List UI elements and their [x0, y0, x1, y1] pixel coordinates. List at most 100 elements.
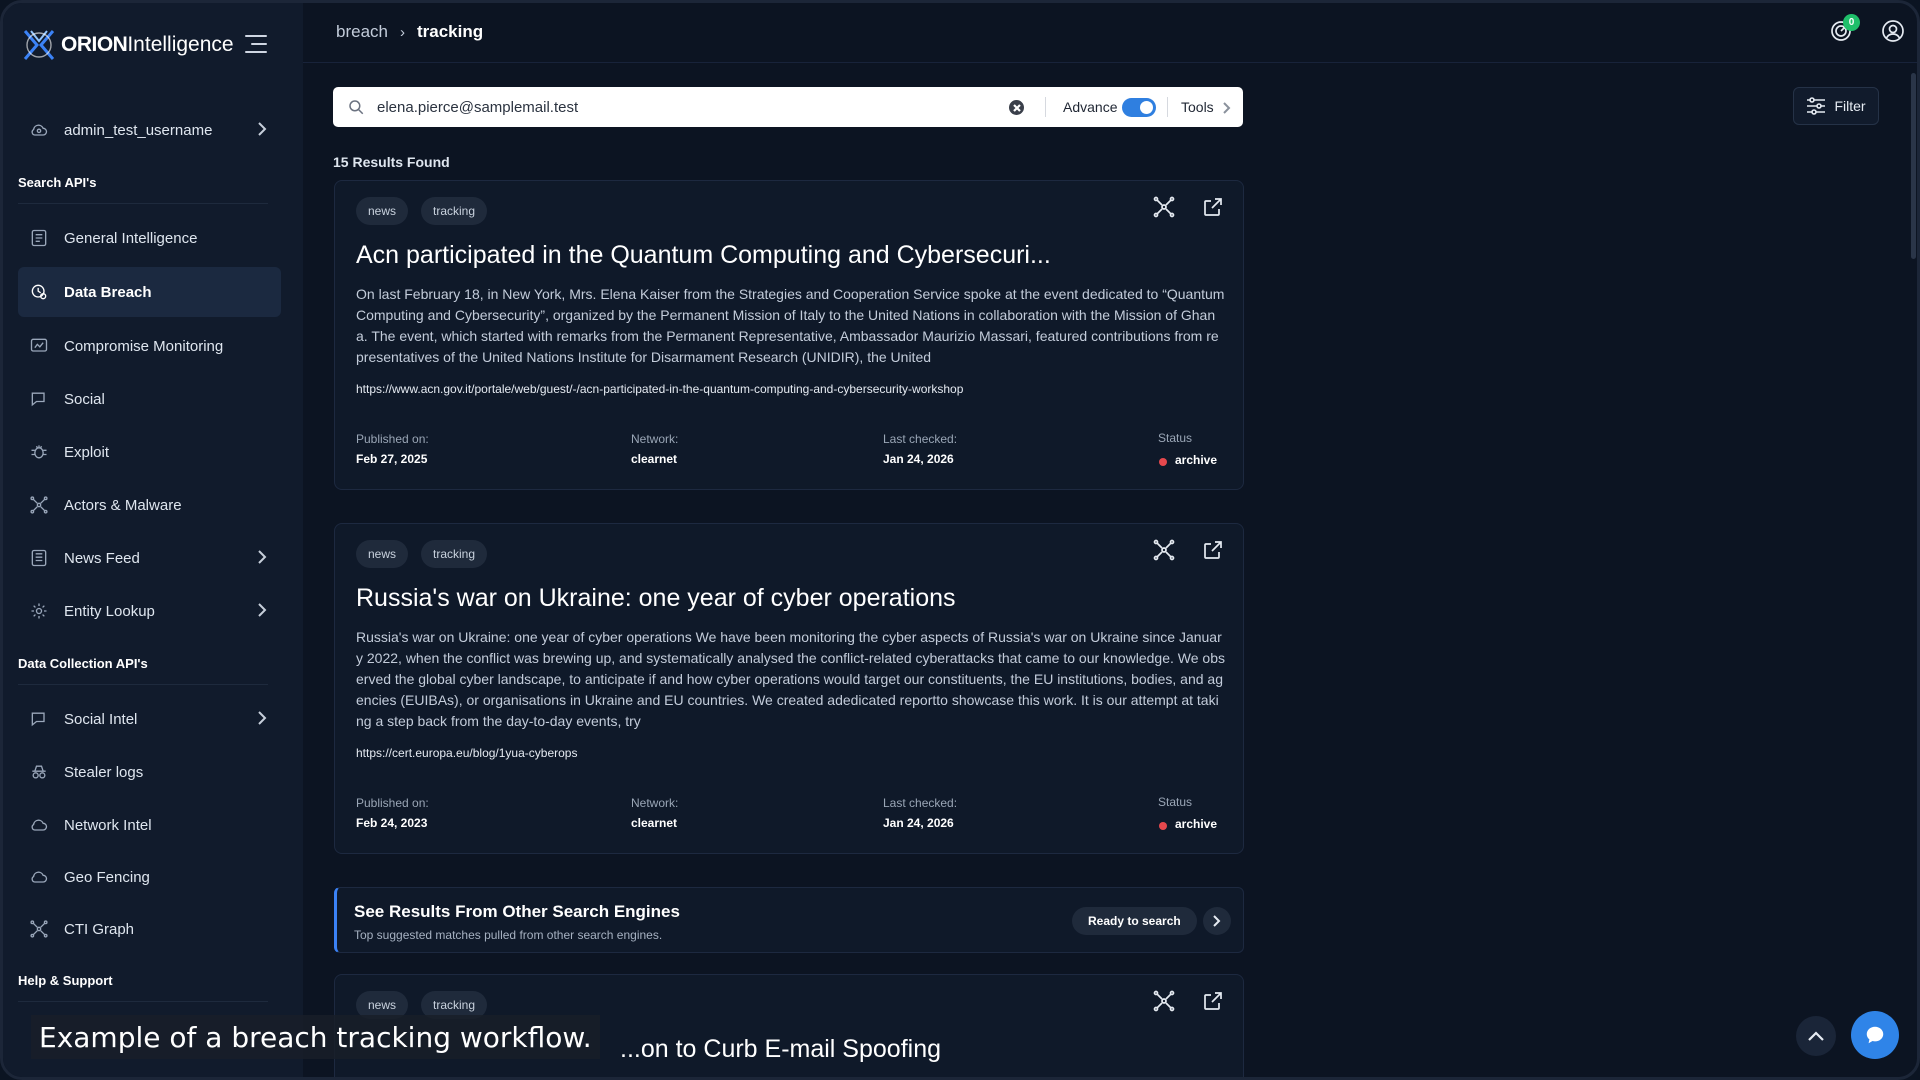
menu-toggle-icon[interactable] — [245, 35, 271, 57]
monitor-icon — [28, 335, 50, 357]
notification-badge: 0 — [1843, 14, 1860, 31]
sidebar-item-network-intel[interactable]: Network Intel — [18, 800, 281, 850]
published-date: Feb 27, 2025 — [356, 452, 428, 466]
network-icon — [28, 494, 50, 516]
breadcrumb-parent[interactable]: breach — [336, 22, 388, 42]
sidebar-item-label: Compromise Monitoring — [64, 337, 224, 355]
last-checked-label: Last checked: — [883, 432, 958, 446]
external-link-icon[interactable] — [1201, 989, 1227, 1015]
notifications-button[interactable]: 0 — [1829, 14, 1860, 45]
network-value: clearnet — [631, 816, 678, 830]
chevron-right-icon: › — [399, 23, 405, 41]
graph-network-icon[interactable] — [1152, 538, 1178, 564]
card-title[interactable]: Russia's war on Ukraine: one year of cyb… — [356, 584, 1216, 613]
chat-icon — [28, 388, 50, 410]
divider — [1167, 97, 1168, 117]
sidebar-item-label: Exploit — [64, 443, 110, 461]
sliders-icon — [1807, 97, 1826, 115]
last-checked-date: Jan 24, 2026 — [883, 816, 954, 830]
sidebar-item-compromise-monitoring[interactable]: Compromise Monitoring — [18, 321, 281, 371]
external-link-icon[interactable] — [1201, 538, 1227, 564]
results-count: 15 Results Found — [333, 154, 450, 170]
sidebar-item-data-breach[interactable]: Data Breach — [18, 267, 281, 317]
profile-button[interactable] — [1881, 19, 1907, 45]
document-icon — [28, 227, 50, 249]
card-title[interactable]: Acn participated in the Quantum Computin… — [356, 241, 1216, 270]
sidebar-item-exploit[interactable]: Exploit — [18, 427, 281, 477]
chat-button[interactable] — [1851, 1011, 1899, 1059]
card-url[interactable]: https://www.acn.gov.it/portale/web/guest… — [356, 382, 963, 396]
sidebar-item-stealer-logs[interactable]: Stealer logs — [18, 747, 281, 797]
sidebar-item-cti-graph[interactable]: CTI Graph — [18, 904, 281, 954]
sidebar-item-label: Network Intel — [64, 816, 152, 834]
sidebar-item-general-intelligence[interactable]: General Intelligence — [18, 213, 281, 263]
status-dot — [1159, 822, 1167, 830]
sidebar-item-social[interactable]: Social — [18, 374, 281, 424]
advance-toggle[interactable] — [1122, 98, 1156, 117]
scrollbar[interactable] — [1911, 73, 1916, 259]
card-url[interactable]: https://cert.europa.eu/blog/1yua-cyberop… — [356, 746, 577, 760]
tag-news[interactable]: news — [356, 197, 409, 225]
advance-label: Advance — [1063, 99, 1118, 115]
chevron-right-icon — [257, 550, 267, 564]
scroll-to-top-button[interactable] — [1796, 1016, 1836, 1056]
status-label: Status — [1158, 431, 1193, 445]
filter-button[interactable]: Filter — [1793, 87, 1879, 125]
graph-network-icon[interactable] — [1152, 989, 1178, 1015]
user-menu[interactable]: admin_test_username — [18, 105, 281, 155]
cloud-user-icon — [28, 119, 50, 141]
divider — [18, 203, 268, 204]
graph-network-icon[interactable] — [1152, 195, 1178, 221]
filter-label: Filter — [1834, 98, 1866, 114]
newspaper-icon — [28, 547, 50, 569]
network-value: clearnet — [631, 452, 678, 466]
sidebar-item-label: Social — [64, 390, 105, 408]
sidebar-item-label: Social Intel — [64, 710, 138, 728]
ready-to-search-button[interactable]: Ready to search — [1072, 907, 1197, 935]
chevron-right-icon — [1223, 101, 1231, 114]
network-label: Network: — [631, 796, 679, 810]
search-icon — [347, 98, 365, 116]
sidebar-item-geo-fencing[interactable]: Geo Fencing — [18, 852, 281, 902]
result-card[interactable]: news tracking Russia's war on Ukraine: o… — [334, 523, 1244, 854]
card-description: On last February 18, in New York, Mrs. E… — [356, 286, 1225, 365]
clear-search-icon[interactable] — [1009, 100, 1024, 115]
chat-bubble-icon — [1866, 1026, 1884, 1044]
sidebar-item-label: Actors & Malware — [64, 496, 182, 514]
status-value: archive — [1175, 453, 1218, 467]
sidebar-item-actors-malware[interactable]: Actors & Malware — [18, 480, 281, 530]
search-bar: Advance Tools — [333, 87, 1243, 127]
sidebar-item-social-intel[interactable]: Social Intel — [18, 694, 281, 744]
caption-overlay: Example of a breach tracking workflow. — [31, 1015, 600, 1059]
chevron-up-icon — [1808, 1031, 1824, 1041]
other-search-engines-banner: See Results From Other Search Engines To… — [334, 887, 1244, 953]
orion-logo-icon — [23, 30, 55, 60]
search-input[interactable] — [377, 98, 997, 116]
sidebar-item-label: Data Breach — [64, 283, 152, 301]
tag-tracking[interactable]: tracking — [421, 540, 488, 568]
chat-icon — [28, 708, 50, 730]
card-title[interactable]: ...on to Curb E-mail Spoofing — [620, 1035, 941, 1064]
user-circle-icon — [1882, 20, 1904, 42]
section-search-apis: Search API's — [18, 175, 97, 190]
network-icon — [28, 918, 50, 940]
result-card[interactable]: news tracking Acn participated in the Qu… — [334, 180, 1244, 490]
status-label: Status — [1158, 795, 1193, 809]
app-window: ORION Intelligence admin_test_username S… — [0, 0, 1920, 1080]
tag-news[interactable]: news — [356, 540, 409, 568]
chevron-right-icon[interactable] — [1203, 907, 1231, 935]
cloud-icon — [28, 814, 50, 836]
section-data-collection-apis: Data Collection API's — [18, 656, 148, 671]
section-help-support: Help & Support — [18, 973, 113, 988]
tag-tracking[interactable]: tracking — [421, 197, 488, 225]
status-dot — [1159, 458, 1167, 466]
external-link-icon[interactable] — [1201, 195, 1227, 221]
tools-button[interactable]: Tools — [1181, 99, 1214, 115]
sidebar-item-news-feed[interactable]: News Feed — [18, 533, 281, 583]
sidebar-item-label: Stealer logs — [64, 763, 144, 781]
gear-icon — [28, 600, 50, 622]
status-value: archive — [1175, 817, 1218, 831]
last-checked-label: Last checked: — [883, 796, 958, 810]
sidebar-item-entity-lookup[interactable]: Entity Lookup — [18, 586, 281, 636]
published-date: Feb 24, 2023 — [356, 816, 428, 830]
